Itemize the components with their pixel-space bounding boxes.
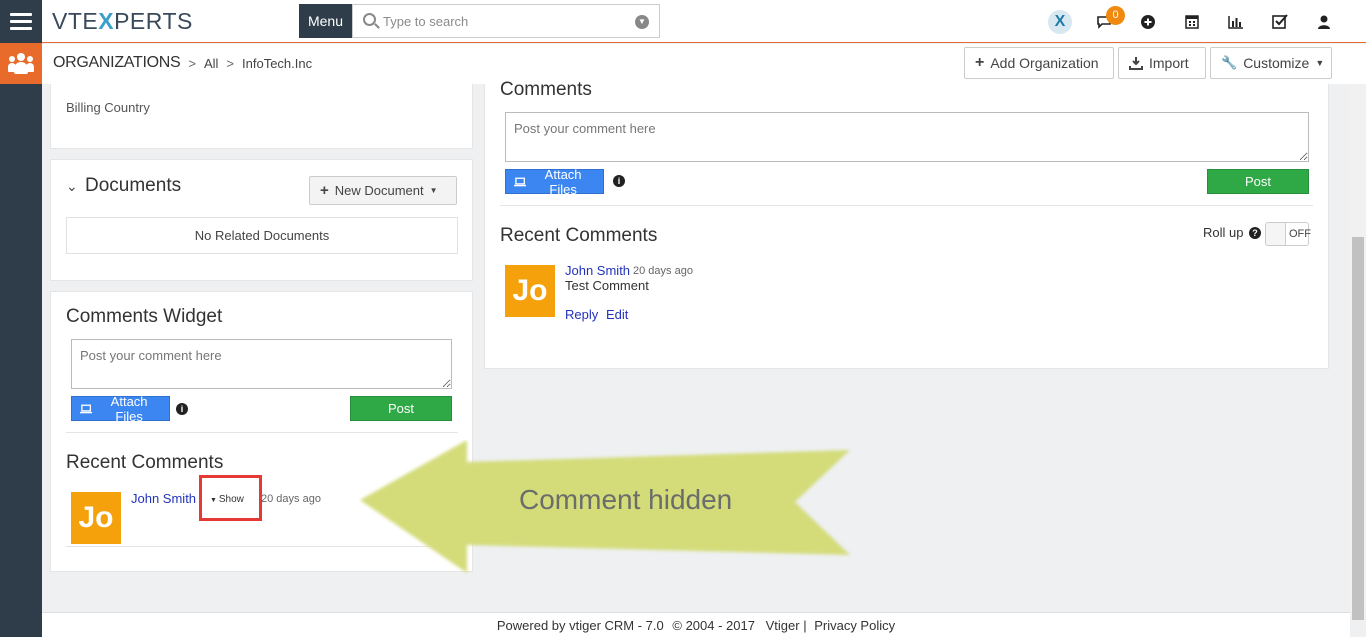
- comments-title: Comments: [500, 79, 592, 100]
- show-label: Show: [218, 494, 244, 505]
- plus-circle-icon[interactable]: [1126, 0, 1170, 43]
- caret-down-icon: ▼: [1315, 58, 1325, 68]
- comment-text: Test Comment: [565, 278, 649, 293]
- add-organization-button[interactable]: + Add Organization: [964, 47, 1114, 79]
- search-icon: [363, 13, 376, 26]
- comment-time: 20 days ago: [633, 265, 693, 277]
- left-module-rail: [0, 43, 42, 637]
- user-icon[interactable]: [1302, 0, 1346, 43]
- new-document-button[interactable]: + New Document ▼: [309, 176, 457, 205]
- breadcrumb-separator-icon: >: [188, 55, 196, 71]
- caret-down-icon: ▼: [210, 497, 219, 504]
- post-button[interactable]: Post: [1207, 169, 1309, 194]
- search-input[interactable]: [383, 11, 623, 31]
- documents-title: Documents: [85, 175, 182, 196]
- add-organization-label: Add Organization: [990, 55, 1099, 71]
- footer-separator: |: [803, 618, 811, 633]
- tasks-check-icon[interactable]: [1258, 0, 1302, 43]
- attach-files-label: Attach Files: [110, 393, 148, 424]
- global-search[interactable]: ▼: [352, 4, 660, 38]
- show-comment-toggle[interactable]: ▼ Show: [210, 494, 244, 505]
- info-icon[interactable]: i: [613, 175, 625, 187]
- documents-panel: ⌄ Documents + New Document ▼ No Related …: [50, 159, 473, 281]
- customize-label: Customize: [1243, 55, 1310, 71]
- comments-widget-title: Comments Widget: [66, 306, 223, 327]
- hamburger-menu-icon[interactable]: [0, 0, 42, 43]
- menu-button[interactable]: Menu: [299, 4, 352, 38]
- avatar: Jo: [505, 265, 555, 317]
- comment-author-link[interactable]: John Smith: [131, 491, 196, 506]
- rollup-label: Roll up: [1203, 225, 1244, 240]
- divider: [66, 432, 458, 433]
- rollup-toggle[interactable]: OFF: [1265, 222, 1311, 246]
- breadcrumb-filter[interactable]: All: [204, 56, 218, 71]
- privacy-policy-link[interactable]: Privacy Policy: [814, 618, 895, 633]
- comment-input[interactable]: [71, 339, 452, 389]
- recent-comments-title: Recent Comments: [500, 225, 658, 246]
- laptop-icon: [514, 177, 527, 186]
- logo-part-a: VTE: [52, 8, 99, 34]
- toggle-state: OFF: [1289, 228, 1311, 240]
- chat-icon[interactable]: 0: [1082, 0, 1126, 43]
- billing-country-label: Billing Country: [66, 100, 150, 115]
- vtexperts-x-icon[interactable]: X: [1038, 0, 1082, 43]
- avatar: Jo: [71, 492, 121, 544]
- reports-chart-icon[interactable]: [1214, 0, 1258, 43]
- new-document-label: New Document: [334, 183, 424, 198]
- search-dropdown-chevron-icon[interactable]: ▼: [635, 15, 649, 29]
- attach-files-label: Attach Files: [544, 166, 582, 197]
- top-action-icons: X 0: [1038, 0, 1346, 43]
- logo-part-x: X: [98, 8, 115, 34]
- powered-by-text: Powered by vtiger CRM - 7.0: [496, 618, 664, 633]
- vtiger-link[interactable]: Vtiger: [766, 618, 800, 633]
- breadcrumb: ORGANIZATIONS > All > InfoTech.Inc: [53, 54, 312, 72]
- breadcrumb-record: InfoTech.Inc: [242, 55, 313, 71]
- help-question-icon[interactable]: ?: [1249, 227, 1261, 239]
- import-button[interactable]: Import: [1118, 47, 1206, 79]
- annotation-text: Comment hidden: [519, 484, 733, 515]
- attach-files-button[interactable]: Attach Files: [71, 393, 170, 424]
- plus-icon: +: [975, 54, 985, 71]
- calendar-icon[interactable]: [1170, 0, 1214, 43]
- reply-link[interactable]: Reply: [565, 307, 598, 322]
- divider: [500, 205, 1313, 206]
- notification-count-badge: 0: [1106, 6, 1125, 25]
- comments-panel: Comments Attach Files i Post Recent Comm…: [484, 79, 1329, 369]
- comment-input[interactable]: [505, 112, 1309, 162]
- laptop-icon: [80, 404, 93, 413]
- customize-dropdown-button[interactable]: 🔧 Customize ▼: [1210, 47, 1332, 79]
- organizations-module-icon[interactable]: [0, 43, 42, 84]
- plus-icon: +: [320, 182, 329, 199]
- page-scrollbar-thumb[interactable]: [1352, 237, 1364, 620]
- info-icon[interactable]: i: [176, 403, 188, 415]
- comment-time: 20 days ago: [261, 493, 321, 505]
- wrench-icon: 🔧: [1221, 55, 1238, 70]
- import-label: Import: [1149, 55, 1189, 71]
- post-button[interactable]: Post: [350, 396, 452, 421]
- comment-author-link[interactable]: John Smith: [565, 263, 630, 278]
- address-panel: Billing Country: [50, 84, 473, 149]
- no-documents-message: No Related Documents: [66, 217, 458, 254]
- recent-comments-title: Recent Comments: [66, 452, 224, 473]
- breadcrumb-bar: ORGANIZATIONS > All > InfoTech.Inc + Add…: [42, 44, 1366, 84]
- logo-part-b: PERTS: [114, 8, 193, 34]
- edit-link[interactable]: Edit: [606, 307, 628, 322]
- download-icon: [1129, 57, 1143, 70]
- attach-files-button[interactable]: Attach Files: [505, 166, 604, 197]
- copyright-text: © 2004 - 2017: [672, 618, 755, 633]
- toggle-knob: [1266, 223, 1286, 245]
- vtexperts-logo[interactable]: VTEXPERTS: [52, 8, 193, 35]
- caret-down-icon: ▼: [429, 186, 438, 195]
- breadcrumb-module[interactable]: ORGANIZATIONS: [53, 54, 181, 72]
- footer: Powered by vtiger CRM - 7.0 © 2004 - 201…: [42, 612, 1350, 637]
- collapse-chevron-icon[interactable]: ⌄: [66, 178, 78, 195]
- top-navigation-bar: VTEXPERTS Menu ▼ X 0: [0, 0, 1366, 43]
- breadcrumb-separator-icon: >: [226, 55, 235, 71]
